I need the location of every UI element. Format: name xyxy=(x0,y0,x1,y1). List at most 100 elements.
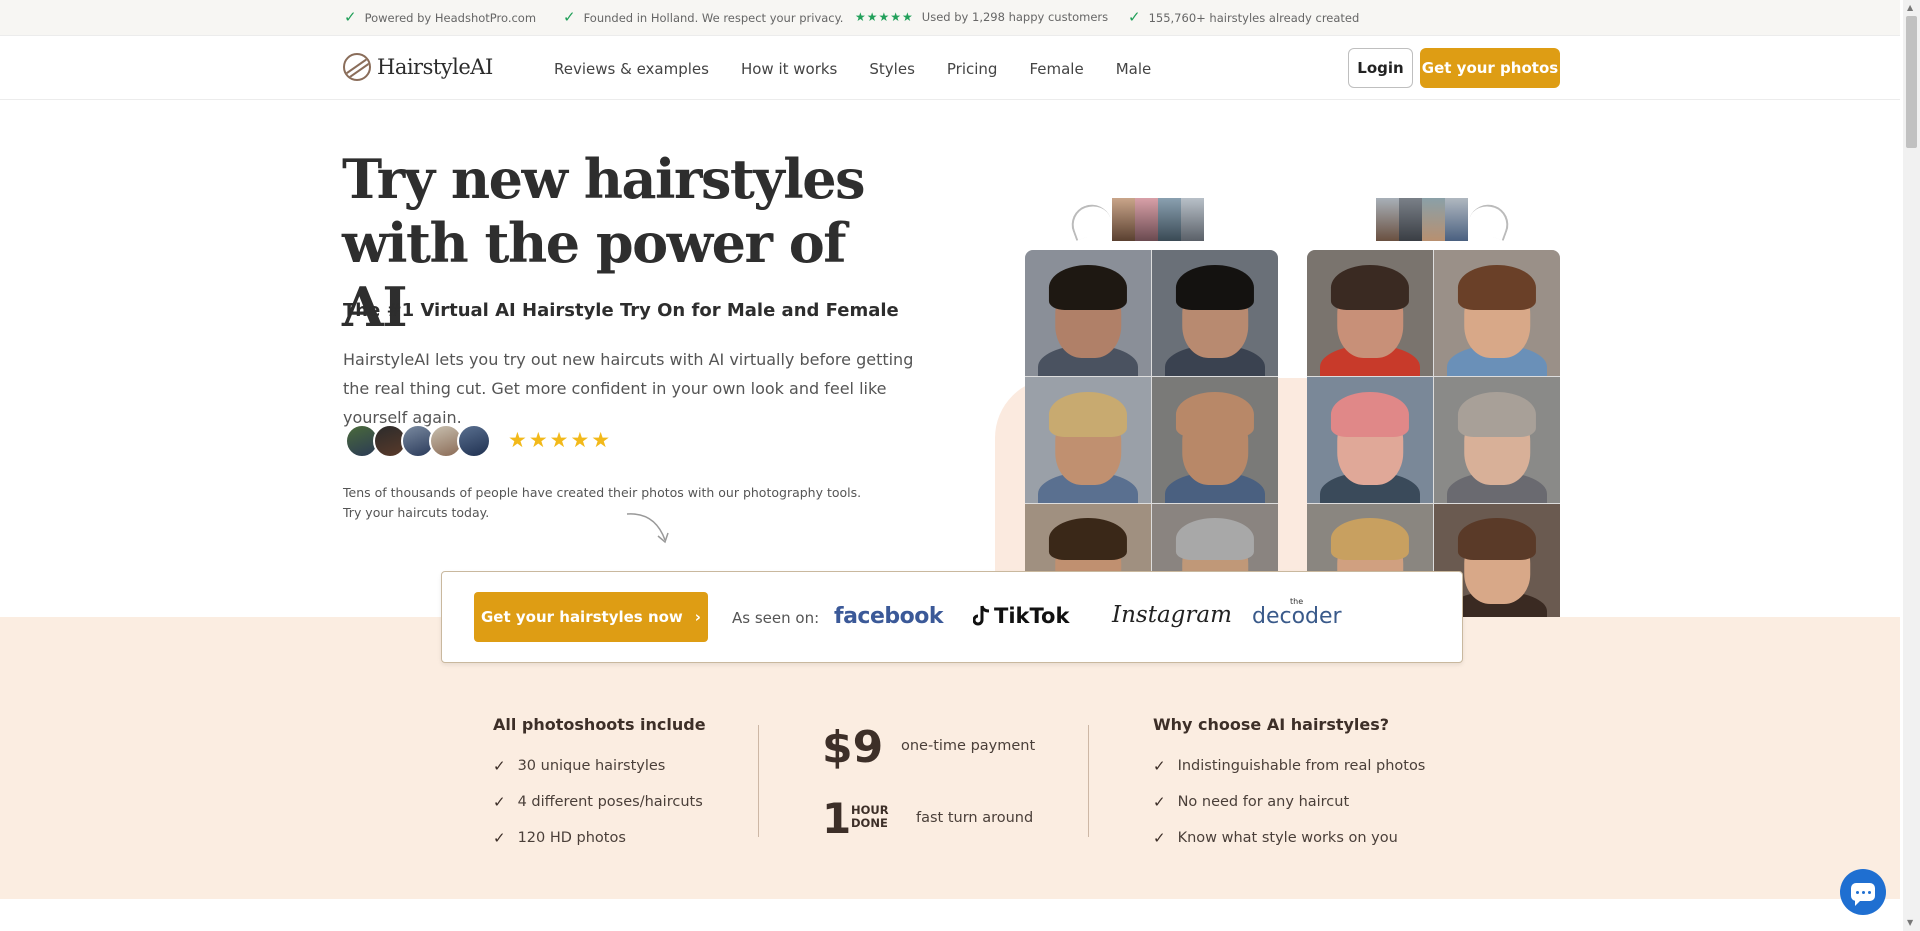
rotate-arrow-icon xyxy=(1066,199,1114,241)
thumbnail xyxy=(1112,198,1135,241)
turnaround-unit-line1: HOUR xyxy=(851,803,889,817)
get-hairstyles-button[interactable]: Get your hairstyles now › xyxy=(474,592,708,642)
feature-text: Indistinguishable from real photos xyxy=(1177,758,1426,774)
decoder-logo: the decoder xyxy=(1252,597,1342,629)
nav-pricing[interactable]: Pricing xyxy=(947,60,998,78)
divider xyxy=(758,725,759,837)
curved-arrow-icon xyxy=(626,513,669,544)
tiktok-text: TikTok xyxy=(994,604,1070,628)
check-icon: ✓ xyxy=(344,8,357,26)
hairstyle-photo xyxy=(1307,250,1433,376)
feature-text: Know what style works on you xyxy=(1177,830,1398,846)
why-choose: Why choose AI hairstyles? ✓ Indistinguish… xyxy=(1153,715,1425,856)
thumbnail xyxy=(1422,198,1445,241)
announcement-item: ✓ Powered by HeadshotPro.com xyxy=(344,10,536,25)
photoshoot-includes: All photoshoots include ✓ 30 unique hairs… xyxy=(493,715,706,856)
next-section xyxy=(0,899,1900,931)
chat-icon xyxy=(1851,883,1875,906)
feature-item: ✓ Indistinguishable from real photos xyxy=(1153,748,1425,784)
scroll-thumb[interactable] xyxy=(1906,16,1917,148)
check-icon: ✓ xyxy=(1153,757,1166,775)
stars-icon: ★★★★★ xyxy=(855,10,914,24)
price-label: one-time payment xyxy=(901,738,1036,754)
announcement-item: ✓ Founded in Holland. We respect your pr… xyxy=(563,10,843,25)
announcement-text: Powered by HeadshotPro.com xyxy=(364,10,537,25)
check-icon: ✓ xyxy=(493,829,506,847)
tiktok-logo: TikTok xyxy=(973,604,1069,628)
feature-title: All photoshoots include xyxy=(493,715,706,734)
check-icon: ✓ xyxy=(493,793,506,811)
thumbnail xyxy=(1399,198,1422,241)
hero-subtitle: The #1 Virtual AI Hairstyle Try On for M… xyxy=(343,300,899,321)
get-hairstyles-label: Get your hairstyles now xyxy=(481,608,683,626)
feature-item: ✓ Know what style works on you xyxy=(1153,820,1425,856)
female-hairstyle-grid xyxy=(1307,250,1560,618)
instagram-logo: Instagram xyxy=(1112,602,1232,628)
nav-how-it-works[interactable]: How it works xyxy=(741,60,837,78)
announcement-text: Founded in Holland. We respect your priv… xyxy=(583,10,844,25)
avatar xyxy=(457,424,491,458)
check-icon: ✓ xyxy=(1128,8,1141,26)
feature-item: ✓ No need for any haircut xyxy=(1153,784,1425,820)
turnaround-number: 1 xyxy=(822,794,852,843)
nav-styles[interactable]: Styles xyxy=(869,60,915,78)
feature-text: No need for any haircut xyxy=(1177,794,1350,810)
turnaround-label: fast turn around xyxy=(916,810,1034,826)
decoder-text: decoder xyxy=(1252,604,1342,629)
as-seen-on-bar: Get your hairstyles now › As seen on: fa… xyxy=(441,571,1463,663)
decoder-small-text: the xyxy=(1290,597,1304,606)
feature-text: 30 unique hairstyles xyxy=(517,758,666,774)
turnaround-unit-line2: DONE xyxy=(851,816,888,830)
logo-icon xyxy=(343,53,371,81)
customer-avatars xyxy=(345,424,491,458)
hero-note: Tens of thousands of people have created… xyxy=(343,485,862,520)
announcement-text: Used by 1,298 happy customers xyxy=(921,10,1109,24)
nav-female[interactable]: Female xyxy=(1029,60,1083,78)
thumbnail xyxy=(1181,198,1204,241)
announcement-bar: ✓ Powered by HeadshotPro.com ✓ Founded i… xyxy=(0,0,1900,36)
feature-item: ✓ 30 unique hairstyles xyxy=(493,748,706,784)
thumbnail xyxy=(1135,198,1158,241)
get-photos-button[interactable]: Get your photos xyxy=(1420,48,1560,88)
facebook-logo: facebook xyxy=(834,604,944,629)
feature-text: 120 HD photos xyxy=(517,830,626,846)
chevron-right-icon: › xyxy=(694,608,701,626)
hairstyle-photo xyxy=(1025,377,1151,503)
feature-item: ✓ 4 different poses/haircuts xyxy=(493,784,706,820)
hero-title-line1: Try new hairstyles xyxy=(342,147,866,211)
as-seen-on-label: As seen on: xyxy=(732,609,820,627)
feature-item: ✓ 120 HD photos xyxy=(493,820,706,856)
thumbnail xyxy=(1376,198,1399,241)
nav-reviews[interactable]: Reviews & examples xyxy=(554,60,709,78)
scroll-up-icon[interactable]: ▲ xyxy=(1907,3,1913,12)
announcement-item: ★★★★★ Used by 1,298 happy customers xyxy=(855,10,1108,24)
chat-button[interactable] xyxy=(1840,869,1886,915)
tiktok-icon xyxy=(973,605,990,626)
logo-text: HairstyleAI xyxy=(377,55,493,79)
announcement-text: 155,760+ hairstyles already created xyxy=(1148,10,1360,25)
hairstyle-photo xyxy=(1307,377,1433,503)
price: $9 xyxy=(822,722,884,773)
thumbnail xyxy=(1158,198,1181,241)
thumbnail xyxy=(1445,198,1468,241)
hairstyle-photo xyxy=(1152,377,1278,503)
rotate-arrow-icon xyxy=(1466,199,1514,241)
login-button[interactable]: Login xyxy=(1348,48,1413,88)
scroll-down-icon[interactable]: ▼ xyxy=(1907,918,1913,927)
feature-text: 4 different poses/haircuts xyxy=(517,794,703,810)
hairstyle-photo xyxy=(1434,250,1560,376)
hero-description: HairstyleAI lets you try out new haircut… xyxy=(343,350,914,427)
announcement-item: ✓ 155,760+ hairstyles already created xyxy=(1128,10,1359,25)
scrollbar[interactable]: ▲ ▼ xyxy=(1903,0,1920,931)
male-hairstyle-grid xyxy=(1025,250,1278,618)
main-nav: Reviews & examples How it works Styles P… xyxy=(554,60,1151,78)
hairstyle-photo xyxy=(1152,250,1278,376)
female-input-thumbnails xyxy=(1376,198,1468,241)
logo[interactable]: HairstyleAI xyxy=(343,53,493,81)
rating-stars-icon: ★★★★★ xyxy=(508,428,613,452)
hairstyle-photo xyxy=(1025,250,1151,376)
male-input-thumbnails xyxy=(1112,198,1204,241)
check-icon: ✓ xyxy=(1153,793,1166,811)
hairstyle-photo xyxy=(1434,377,1560,503)
nav-male[interactable]: Male xyxy=(1116,60,1152,78)
